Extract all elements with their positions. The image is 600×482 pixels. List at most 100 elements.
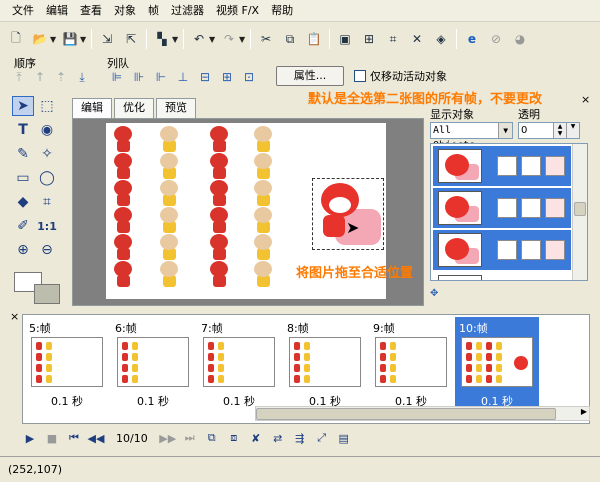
objects-list[interactable] (430, 143, 588, 281)
lasso-tool-icon[interactable]: ◯ (36, 168, 58, 188)
first-frame-icon[interactable]: ⏮ (64, 428, 84, 448)
redo-icon[interactable]: ↷ (219, 29, 239, 49)
frame-delay[interactable]: 0.1 秒 (25, 393, 109, 409)
tab-preview[interactable]: 预览 (156, 98, 196, 118)
menu-video-fx[interactable]: 视频 F/X (210, 0, 265, 22)
menu-help[interactable]: 帮助 (265, 0, 299, 22)
save-frame-icon[interactable]: ▣ (335, 29, 355, 49)
align-center-icon[interactable]: ⊪ (130, 68, 148, 86)
frame-properties-icon[interactable]: ▤ (334, 428, 354, 448)
frame-item-selected[interactable]: 10:帧 0.1 秒 (455, 317, 539, 409)
reverse-frames-icon[interactable]: ⇄ (268, 428, 288, 448)
bring-forward-icon[interactable]: ↑ (31, 68, 49, 86)
last-frame-icon[interactable]: ⏭ (180, 428, 200, 448)
objects-panel-close-icon[interactable]: × (581, 93, 590, 106)
pointer-tool-icon[interactable]: ➤ (12, 96, 34, 116)
menu-frame[interactable]: 帧 (142, 0, 165, 22)
magic-wand-tool-icon[interactable]: ✧ (36, 144, 58, 164)
brush-tool-icon[interactable]: ✎ (12, 144, 34, 164)
tween-frames-icon[interactable]: ⇶ (290, 428, 310, 448)
export-icon[interactable]: ⇱ (121, 29, 141, 49)
play-tool-icon[interactable]: ◉ (36, 120, 58, 140)
eyedropper-tool-icon[interactable]: ✐ (12, 216, 34, 236)
object-row[interactable] (433, 188, 571, 228)
frame-item[interactable]: 9:帧 0.1 秒 (369, 317, 453, 409)
frame-delay[interactable]: 0.1 秒 (111, 393, 195, 409)
frame-item[interactable]: 6:帧 0.1 秒 (111, 317, 195, 409)
color-icon[interactable]: ▚ (152, 29, 172, 49)
objects-scrollbar[interactable] (572, 144, 587, 280)
play-icon[interactable]: ▶ (20, 428, 40, 448)
opacity-dropdown-icon[interactable]: ▼ (566, 123, 579, 138)
send-to-back-icon[interactable]: ⤓ (73, 68, 91, 86)
prev-frame-icon[interactable]: ◀◀ (86, 428, 106, 448)
tab-optimize[interactable]: 优化 (114, 98, 154, 118)
menu-filter[interactable]: 过滤器 (165, 0, 210, 22)
objects-select[interactable]: All Objects ▼ (430, 122, 513, 151)
frame-item[interactable]: 5:帧 0.1 秒 (25, 317, 109, 409)
actual-size-tool-icon[interactable]: 1:1 (36, 216, 58, 236)
menu-file[interactable]: 文件 (6, 0, 40, 22)
frame-item[interactable]: 7:帧 0.1 秒 (197, 317, 281, 409)
stop-icon[interactable]: ■ (42, 428, 62, 448)
scroll-right-icon[interactable]: ▶ (581, 407, 587, 416)
timeline-close-icon[interactable]: × (10, 310, 19, 323)
align-left-icon[interactable]: ⊫ (108, 68, 126, 86)
background-color-swatch[interactable] (34, 284, 60, 304)
object-row[interactable] (433, 272, 571, 280)
zoom-in-tool-icon[interactable]: ⊕ (12, 240, 34, 260)
marquee-tool-icon[interactable]: ⬚ (36, 96, 58, 116)
distribute-h-icon[interactable]: ⊟ (196, 68, 214, 86)
distribute-v-icon[interactable]: ⊞ (218, 68, 236, 86)
frame-item[interactable]: 8:帧 0.1 秒 (283, 317, 367, 409)
crop-tool-icon[interactable]: ⌗ (36, 192, 58, 212)
delete-frame-icon[interactable]: ✘ (246, 428, 266, 448)
only-move-active-checkbox[interactable]: 仅移动活动对象 (354, 68, 447, 84)
stepper-arrows-icon[interactable]: ▲ ▼ (553, 123, 566, 138)
add-frame-icon[interactable]: ⧉ (202, 428, 222, 448)
fill-tool-icon[interactable]: ◆ (12, 192, 34, 212)
text-tool-icon[interactable]: T (12, 120, 34, 140)
zoom-out-tool-icon[interactable]: ⊖ (36, 240, 58, 260)
new-icon[interactable]: 🗋 (6, 29, 26, 49)
object-row[interactable] (433, 230, 571, 270)
align-right-icon[interactable]: ⊩ (152, 68, 170, 86)
align-top-icon[interactable]: ⊥ (174, 68, 192, 86)
timeline-scrollbar[interactable]: ▶ (255, 406, 590, 421)
tab-edit[interactable]: 编辑 (72, 98, 112, 118)
bring-to-front-icon[interactable]: ⤒ (10, 68, 28, 86)
save-dropdown-icon[interactable]: ▼ (80, 35, 88, 44)
next-frame-icon[interactable]: ▶▶ (158, 428, 178, 448)
chevron-down-icon[interactable]: ▼ (498, 123, 512, 138)
eraser-tool-icon[interactable]: ▭ (12, 168, 34, 188)
ie-icon[interactable]: e (462, 29, 482, 49)
copy-icon[interactable]: ⧉ (280, 29, 300, 49)
save-icon[interactable]: 💾 (60, 29, 80, 49)
color-dropdown-icon[interactable]: ▼ (172, 35, 180, 44)
undo-icon[interactable]: ↶ (189, 29, 209, 49)
import-icon[interactable]: ⇲ (97, 29, 117, 49)
timeline-scrollbar-thumb[interactable] (256, 408, 556, 420)
open-icon[interactable]: 📂 (30, 29, 50, 49)
sphere-icon[interactable]: ◕ (510, 29, 530, 49)
properties-button[interactable]: 属性... (276, 66, 344, 86)
drag-handle-icon[interactable]: ✥ (430, 288, 438, 299)
duplicate-frame-icon[interactable]: ⧈ (224, 428, 244, 448)
cut-icon[interactable]: ✂ (256, 29, 276, 49)
menu-edit[interactable]: 编辑 (40, 0, 74, 22)
insert-frame-icon[interactable]: ⊞ (359, 29, 379, 49)
redo-dropdown-icon[interactable]: ▼ (239, 35, 247, 44)
selected-fox-image[interactable] (312, 178, 384, 250)
paste-icon[interactable]: 📋 (304, 29, 324, 49)
undo-dropdown-icon[interactable]: ▼ (209, 35, 217, 44)
menu-view[interactable]: 查看 (74, 0, 108, 22)
object-row[interactable] (433, 146, 571, 186)
open-dropdown-icon[interactable]: ▼ (50, 35, 58, 44)
resize-frame-icon[interactable]: ⤢ (312, 428, 332, 448)
forbid-icon[interactable]: ⊘ (486, 29, 506, 49)
browser-icon[interactable]: ◈ (431, 29, 451, 49)
checkbox-box[interactable] (354, 70, 366, 82)
crop-icon[interactable]: ⌗ (383, 29, 403, 49)
menu-object[interactable]: 对象 (108, 0, 142, 22)
center-icon[interactable]: ⊡ (240, 68, 258, 86)
